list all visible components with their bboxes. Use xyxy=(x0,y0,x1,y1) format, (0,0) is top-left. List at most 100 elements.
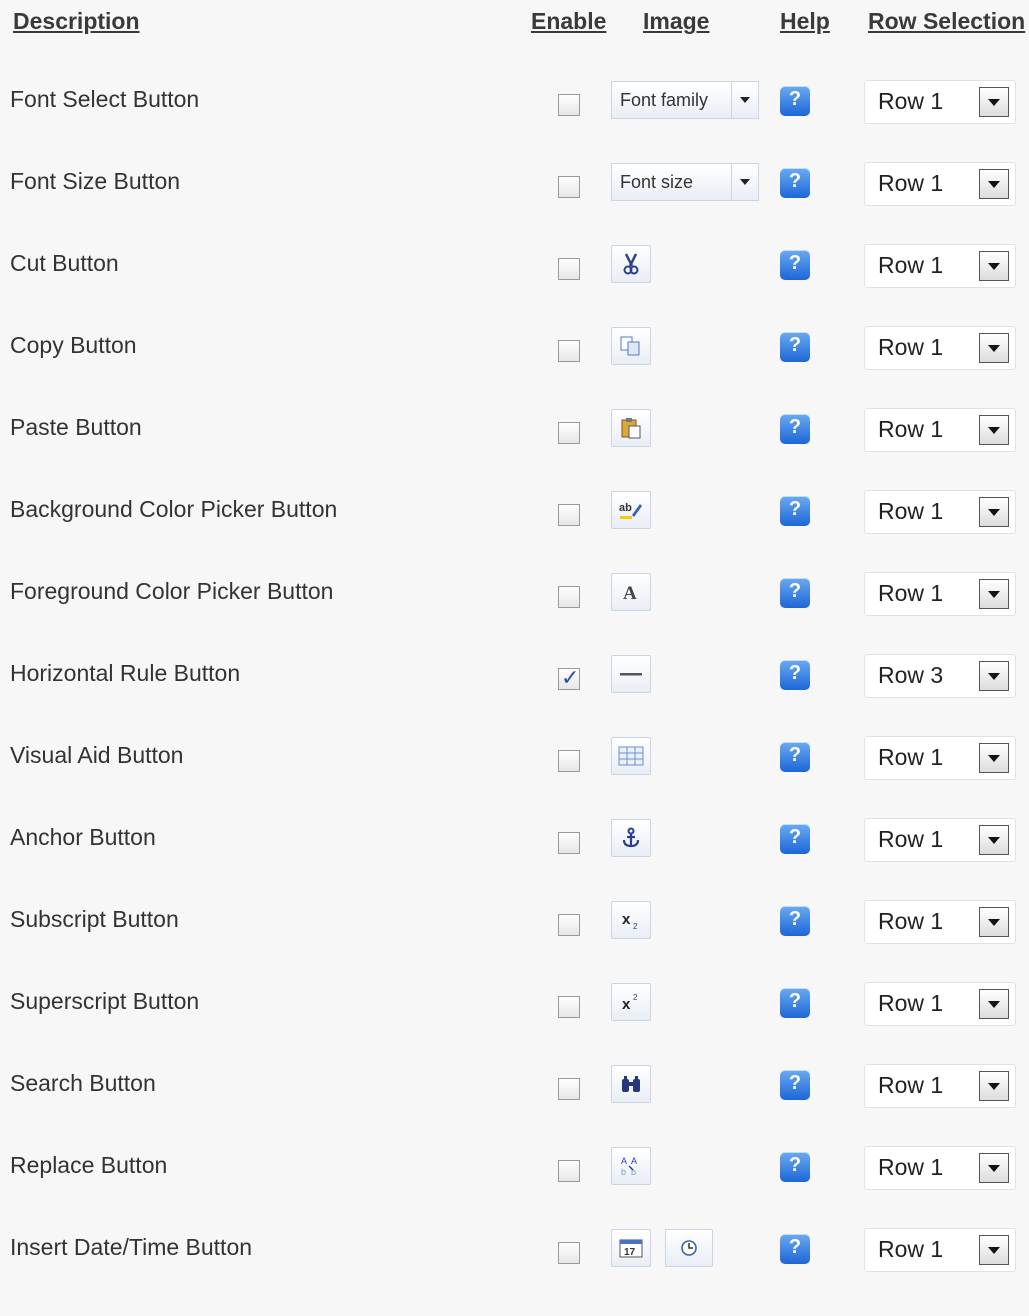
row-selection-select[interactable]: Row 1 xyxy=(864,736,1016,780)
row-selection-select[interactable]: Row 1 xyxy=(864,818,1016,862)
chevron-down-icon[interactable] xyxy=(979,1235,1009,1265)
help-icon[interactable] xyxy=(780,250,810,280)
row-selection-value: Row 1 xyxy=(878,334,944,360)
chevron-down-icon[interactable] xyxy=(979,1071,1009,1101)
scissors-icon xyxy=(611,245,651,283)
row-selection-select[interactable]: Row 1 xyxy=(864,900,1016,944)
row-selection-select[interactable]: Row 1 xyxy=(864,1228,1016,1272)
toolbar-dropdown-preview: Font size xyxy=(611,163,759,201)
svg-text:x: x xyxy=(622,996,631,1013)
row-description: Paste Button xyxy=(10,414,142,440)
help-icon[interactable] xyxy=(780,906,810,936)
chevron-down-icon[interactable] xyxy=(979,497,1009,527)
row-selection-select[interactable]: Row 1 xyxy=(864,982,1016,1026)
table-row: Paste Button Row 1 xyxy=(0,408,1029,496)
row-selection-select[interactable]: Row 1 xyxy=(864,572,1016,616)
help-icon[interactable] xyxy=(780,742,810,772)
help-icon[interactable] xyxy=(780,660,810,690)
enable-checkbox[interactable] xyxy=(558,996,580,1018)
enable-checkbox[interactable] xyxy=(558,1078,580,1100)
chevron-down-icon[interactable] xyxy=(979,1153,1009,1183)
help-icon[interactable] xyxy=(780,824,810,854)
help-icon[interactable] xyxy=(780,414,810,444)
header-row-selection[interactable]: Row Selection xyxy=(868,8,1025,35)
row-selection-select[interactable]: Row 1 xyxy=(864,1146,1016,1190)
enable-checkbox[interactable] xyxy=(558,1160,580,1182)
row-description: Replace Button xyxy=(10,1152,168,1178)
chevron-down-icon[interactable] xyxy=(979,989,1009,1019)
header-help[interactable]: Help xyxy=(780,8,830,35)
row-selection-value: Row 3 xyxy=(878,662,944,688)
help-icon[interactable] xyxy=(780,1152,810,1182)
enable-checkbox[interactable] xyxy=(558,176,580,198)
help-icon[interactable] xyxy=(780,168,810,198)
help-icon[interactable] xyxy=(780,86,810,116)
replace-icon: AAbb xyxy=(611,1147,651,1185)
row-selection-select[interactable]: Row 1 xyxy=(864,162,1016,206)
row-selection-value: Row 1 xyxy=(878,1236,944,1262)
row-description: Font Select Button xyxy=(10,86,200,112)
chevron-down-icon[interactable] xyxy=(979,169,1009,199)
row-selection-value: Row 1 xyxy=(878,416,944,442)
row-selection-value: Row 1 xyxy=(878,498,944,524)
row-selection-value: Row 1 xyxy=(878,88,944,114)
enable-checkbox[interactable] xyxy=(558,586,580,608)
header-image[interactable]: Image xyxy=(643,8,709,35)
chevron-down-icon[interactable] xyxy=(979,743,1009,773)
row-description: Background Color Picker Button xyxy=(10,496,338,522)
chevron-down-icon[interactable] xyxy=(979,661,1009,691)
row-description: Font Size Button xyxy=(10,168,181,194)
chevron-down-icon[interactable] xyxy=(979,87,1009,117)
help-icon[interactable] xyxy=(780,1234,810,1264)
chevron-down-icon[interactable] xyxy=(979,251,1009,281)
help-icon[interactable] xyxy=(780,332,810,362)
chevron-down-icon xyxy=(731,82,758,118)
enable-checkbox[interactable] xyxy=(558,258,580,280)
row-selection-value: Row 1 xyxy=(878,1154,944,1180)
toolbar-dropdown-preview: Font family xyxy=(611,81,759,119)
svg-text:A: A xyxy=(621,1156,627,1166)
chevron-down-icon[interactable] xyxy=(979,907,1009,937)
row-selection-value: Row 1 xyxy=(878,252,944,278)
header-description[interactable]: Description xyxy=(13,8,140,35)
table-row: Subscript Button x2 Row 1 xyxy=(0,900,1029,988)
help-icon[interactable] xyxy=(780,578,810,608)
help-icon[interactable] xyxy=(780,496,810,526)
row-description: Insert Date/Time Button xyxy=(10,1234,253,1260)
help-icon[interactable] xyxy=(780,988,810,1018)
font-color-icon: A xyxy=(611,573,651,611)
chevron-down-icon[interactable] xyxy=(979,579,1009,609)
table-row: Anchor Button Row 1 xyxy=(0,818,1029,906)
row-selection-select[interactable]: Row 1 xyxy=(864,326,1016,370)
header-enable[interactable]: Enable xyxy=(531,8,606,35)
table-row: Search Button Row 1 xyxy=(0,1064,1029,1152)
enable-checkbox[interactable] xyxy=(558,665,580,691)
chevron-down-icon[interactable] xyxy=(979,415,1009,445)
paste-icon xyxy=(611,409,651,447)
table-row: Font Size Button Font size Row 1 xyxy=(0,162,1029,250)
enable-checkbox[interactable] xyxy=(558,94,580,116)
enable-checkbox[interactable] xyxy=(558,750,580,772)
row-description: Cut Button xyxy=(10,250,119,276)
help-icon[interactable] xyxy=(780,1070,810,1100)
enable-checkbox[interactable] xyxy=(558,504,580,526)
row-selection-value: Row 1 xyxy=(878,990,944,1016)
row-selection-select[interactable]: Row 3 xyxy=(864,654,1016,698)
row-description: Search Button xyxy=(10,1070,156,1096)
chevron-down-icon[interactable] xyxy=(979,825,1009,855)
row-selection-value: Row 1 xyxy=(878,908,944,934)
table-row: Copy Button Row 1 xyxy=(0,326,1029,414)
row-selection-select[interactable]: Row 1 xyxy=(864,490,1016,534)
enable-checkbox[interactable] xyxy=(558,832,580,854)
enable-checkbox[interactable] xyxy=(558,1242,580,1264)
row-description: Foreground Color Picker Button xyxy=(10,578,334,604)
row-selection-select[interactable]: Row 1 xyxy=(864,408,1016,452)
enable-checkbox[interactable] xyxy=(558,422,580,444)
chevron-down-icon[interactable] xyxy=(979,333,1009,363)
row-description: Horizontal Rule Button xyxy=(10,660,241,686)
enable-checkbox[interactable] xyxy=(558,914,580,936)
enable-checkbox[interactable] xyxy=(558,340,580,362)
row-selection-select[interactable]: Row 1 xyxy=(864,1064,1016,1108)
row-selection-select[interactable]: Row 1 xyxy=(864,80,1016,124)
row-selection-select[interactable]: Row 1 xyxy=(864,244,1016,288)
